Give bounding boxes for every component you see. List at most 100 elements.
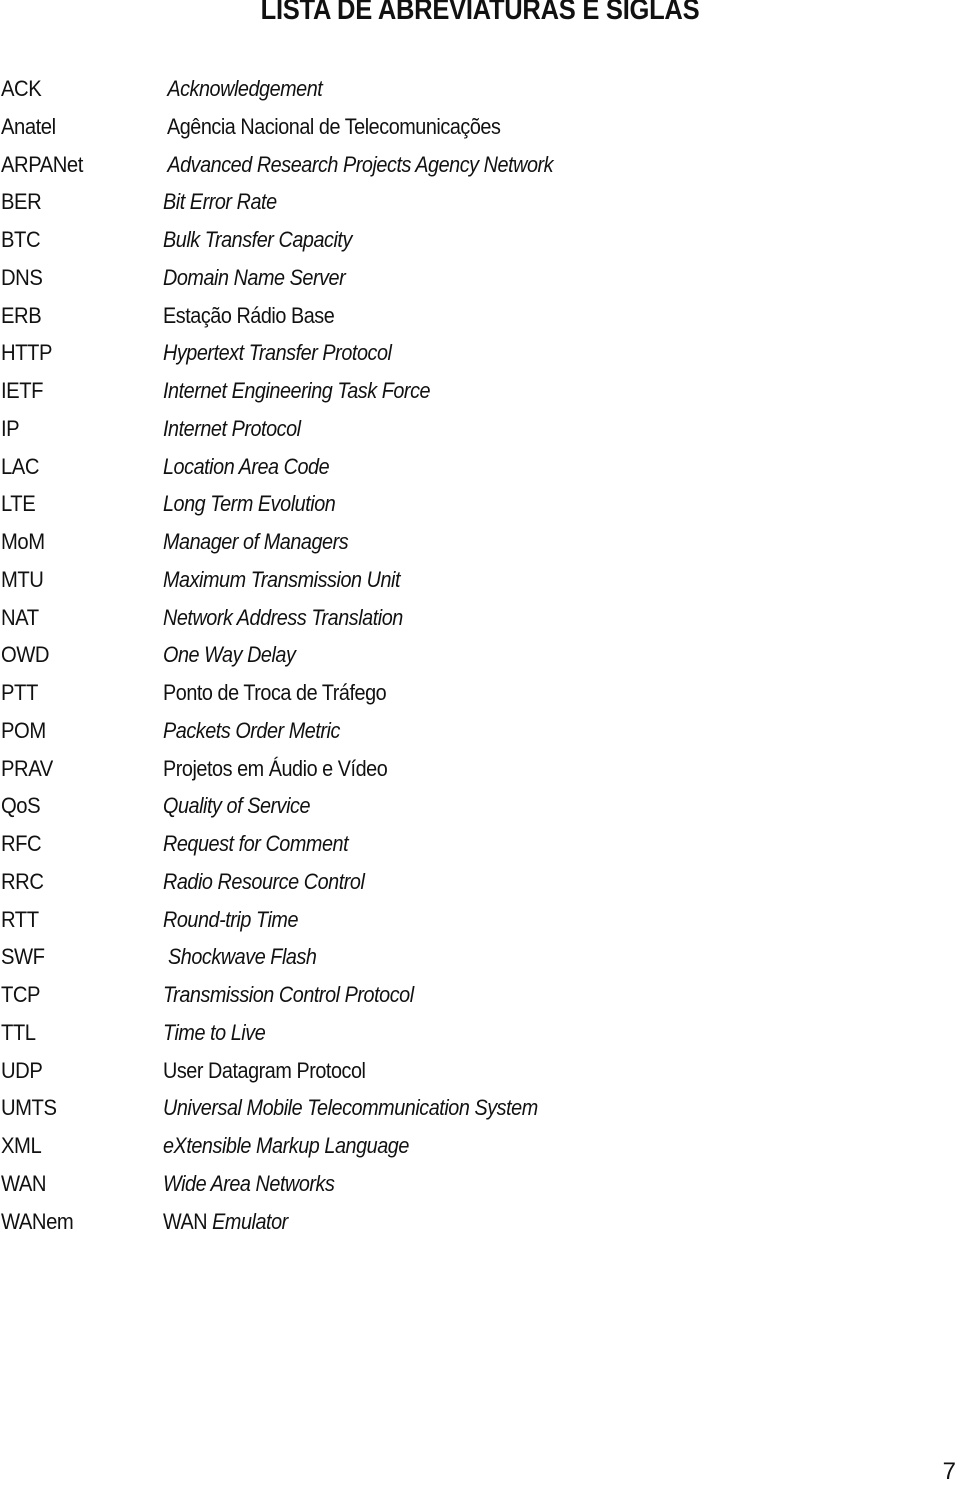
- abbreviation-definition: Projetos em Áudio e Vídeo: [163, 750, 388, 788]
- abbreviation-definition: User Datagram Protocol: [163, 1052, 366, 1090]
- abbreviation-row: ACK Acknowledgement: [0, 70, 960, 108]
- definition-text: Internet Protocol: [163, 415, 301, 441]
- abbreviation-definition: Universal Mobile Telecommunication Syste…: [163, 1089, 538, 1127]
- abbreviation-term: NAT: [1, 604, 39, 630]
- abbreviation-row: TCP Transmission Control Protocol: [0, 976, 960, 1014]
- abbreviation-term: MTU: [1, 566, 44, 592]
- abbreviation-row: MTU Maximum Transmission Unit: [0, 561, 960, 599]
- definition-text: Agência Nacional de Telecomunicações: [163, 113, 501, 139]
- definition-text: Network Address Translation: [163, 604, 403, 630]
- abbreviation-definition: WAN Emulator: [163, 1203, 288, 1241]
- abbreviation-row: PTT Ponto de Troca de Tráfego: [0, 674, 960, 712]
- abbreviation-definition: Request for Comment: [163, 825, 349, 863]
- abbreviation-definition: Domain Name Server: [163, 259, 346, 297]
- definition-text: Estação Rádio Base: [163, 302, 335, 328]
- abbreviation-term: WAN: [1, 1170, 47, 1196]
- abbreviation-term: RTT: [1, 906, 39, 932]
- definition-text: eXtensible Markup Language: [163, 1133, 409, 1158]
- abbreviation-term: RFC: [1, 831, 42, 856]
- abbreviation-row: SWF Shockwave Flash: [0, 938, 960, 976]
- abbreviation-definition: Estação Rádio Base: [163, 297, 335, 335]
- abbreviation-term: HTTP: [1, 340, 53, 366]
- abbreviation-definition: Time to Live: [163, 1014, 266, 1052]
- abbreviation-row: POM Packets Order Metric: [0, 712, 960, 750]
- definition-text: Bit Error Rate: [163, 189, 277, 215]
- abbreviation-definition: Manager of Managers: [163, 523, 349, 561]
- abbreviation-term: UMTS: [1, 1095, 57, 1121]
- abbreviation-row: ARPANet Advanced Research Projects Agenc…: [0, 146, 960, 184]
- definition-text: Maximum Transmission Unit: [163, 566, 401, 592]
- abbreviation-row: TTL Time to Live: [0, 1014, 960, 1052]
- abbreviation-definition: Quality of Service: [163, 787, 311, 825]
- abbreviation-definition: Maximum Transmission Unit: [163, 561, 400, 599]
- abbreviation-row: WANem WAN Emulator: [0, 1203, 960, 1241]
- abbreviation-row: DNS Domain Name Server: [0, 259, 960, 297]
- abbreviation-term: MoM: [1, 529, 45, 554]
- abbreviation-term: ACK: [1, 76, 42, 101]
- definition-text: Advanced Research Projects Agency Networ…: [163, 151, 554, 177]
- abbreviation-row: RRC Radio Resource Control: [0, 863, 960, 901]
- abbreviation-term: ARPANet: [1, 151, 83, 177]
- abbreviation-term: UDP: [1, 1057, 43, 1083]
- definition-text: Location Area Code: [163, 453, 330, 479]
- abbreviation-row: NAT Network Address Translation: [0, 599, 960, 637]
- abbreviation-row: OWD One Way Delay: [0, 636, 960, 674]
- abbreviation-term: PRAV: [1, 755, 53, 781]
- definition-text: Packets Order Metric: [163, 717, 340, 743]
- abbreviation-term: RRC: [1, 868, 44, 894]
- definition-text: Round-trip Time: [163, 906, 299, 932]
- abbreviation-definition: One Way Delay: [163, 636, 296, 674]
- page-title: LISTA DE ABREVIATURAS E SIGLAS: [260, 0, 700, 26]
- definition-text: WAN: [163, 1208, 213, 1234]
- definition-text: Projetos em Áudio e Vídeo: [163, 755, 388, 781]
- definition-text: One Way Delay: [163, 642, 296, 668]
- definition-text: Domain Name Server: [163, 264, 346, 290]
- abbreviation-row: LTE Long Term Evolution: [0, 485, 960, 523]
- abbreviation-definition: Radio Resource Control: [163, 863, 365, 901]
- definition-text: Emulator: [212, 1208, 288, 1234]
- abbreviation-definition: Network Address Translation: [163, 599, 403, 637]
- abbreviation-definition: Bulk Transfer Capacity: [163, 221, 352, 259]
- abbreviation-definition: Agência Nacional de Telecomunicações: [163, 108, 501, 146]
- abbreviation-row: XML eXtensible Markup Language: [0, 1127, 960, 1165]
- abbreviation-row: ERB Estação Rádio Base: [0, 297, 960, 335]
- abbreviation-term: LAC: [1, 453, 39, 479]
- definition-text: Long Term Evolution: [163, 491, 336, 517]
- abbreviation-term: OWD: [1, 642, 50, 668]
- abbreviation-term: WANem: [1, 1208, 74, 1234]
- abbreviation-term: PTT: [1, 680, 38, 705]
- abbreviation-definition: eXtensible Markup Language: [163, 1127, 409, 1165]
- abbreviation-definition: Location Area Code: [163, 448, 330, 486]
- abbreviation-definition: Advanced Research Projects Agency Networ…: [163, 146, 553, 184]
- abbreviation-definition: Bit Error Rate: [163, 183, 277, 221]
- abbreviation-term: BTC: [1, 227, 41, 252]
- abbreviation-term: XML: [1, 1133, 42, 1158]
- definition-text: Radio Resource Control: [163, 868, 365, 894]
- abbreviation-row: UDP User Datagram Protocol: [0, 1052, 960, 1090]
- definition-text: Time to Live: [163, 1019, 266, 1045]
- definition-text: Request for Comment: [163, 831, 349, 856]
- definition-text: Acknowledgement: [163, 76, 323, 101]
- definition-text: Transmission Control Protocol: [163, 982, 414, 1007]
- abbreviation-row: PRAV Projetos em Áudio e Vídeo: [0, 750, 960, 788]
- definition-text: User Datagram Protocol: [163, 1057, 366, 1083]
- abbreviation-definition: Internet Protocol: [163, 410, 301, 448]
- abbreviation-row: IP Internet Protocol: [0, 410, 960, 448]
- definition-text: Shockwave Flash: [163, 944, 317, 970]
- definition-text: Ponto de Troca de Tráfego: [163, 680, 387, 705]
- abbreviation-definition: Wide Area Networks: [163, 1165, 335, 1203]
- abbreviation-definition: Transmission Control Protocol: [163, 976, 414, 1014]
- abbreviation-definition: Shockwave Flash: [163, 938, 317, 976]
- abbreviation-row: HTTP Hypertext Transfer Protocol: [0, 334, 960, 372]
- abbreviation-term: IETF: [1, 378, 44, 403]
- definition-text: Wide Area Networks: [163, 1170, 335, 1196]
- abbreviation-list: ACK Acknowledgement Anatel Agência Nacion…: [0, 70, 960, 1240]
- abbreviation-term: BER: [1, 189, 42, 215]
- abbreviation-term: TCP: [1, 982, 41, 1007]
- abbreviation-row: LAC Location Area Code: [0, 448, 960, 486]
- definition-text: Universal Mobile Telecommunication Syste…: [163, 1095, 538, 1121]
- abbreviation-definition: Long Term Evolution: [163, 485, 336, 523]
- abbreviation-definition: Packets Order Metric: [163, 712, 340, 750]
- abbreviation-definition: Hypertext Transfer Protocol: [163, 334, 392, 372]
- definition-text: Hypertext Transfer Protocol: [163, 340, 392, 366]
